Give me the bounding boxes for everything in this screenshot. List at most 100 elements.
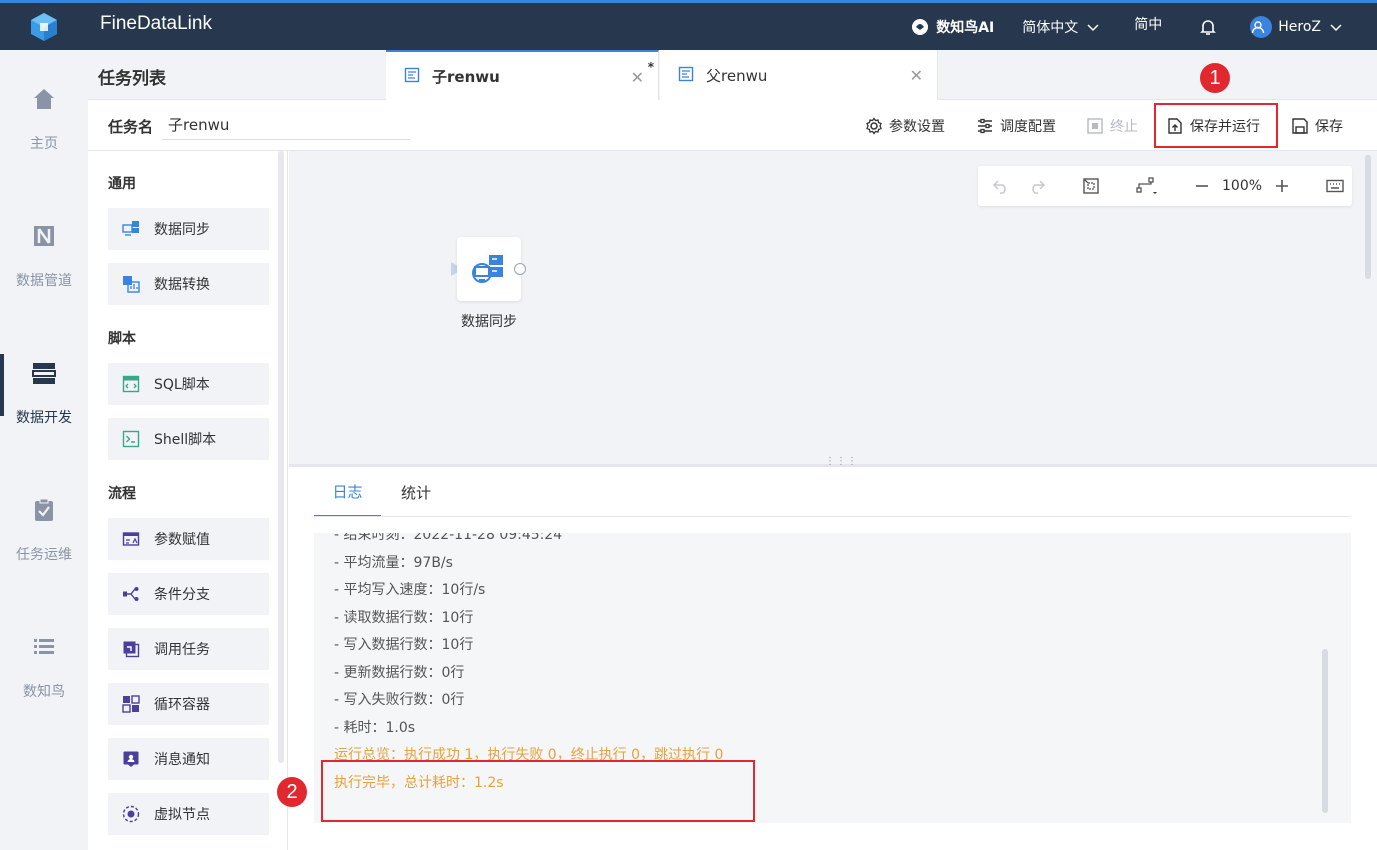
language-select[interactable]: 简体中文 [1022, 17, 1106, 37]
palette-item-message-notify[interactable]: 消息通知 [108, 738, 269, 780]
stop-button[interactable]: 终止 [1086, 100, 1138, 151]
call-task-icon [122, 640, 140, 658]
tab-stats[interactable]: 统计 [386, 467, 446, 517]
task-name-input[interactable] [162, 110, 410, 140]
tab-parent-task[interactable]: 父renwu ✕ [660, 50, 938, 101]
undo-icon[interactable] [992, 177, 1010, 195]
palette-item-data-transform[interactable]: 数据转换 [108, 263, 269, 305]
terminal-icon [122, 430, 140, 448]
ai-assistant-button[interactable]: 数知鸟AI [910, 17, 994, 37]
palette-item-shell-script[interactable]: Shell脚本 [108, 418, 269, 460]
task-file-icon [678, 66, 694, 86]
palette-item-call-task[interactable]: 调用任务 [108, 628, 269, 670]
zoom-in-icon[interactable] [1274, 178, 1290, 194]
step-badge-1: 1 [1200, 63, 1230, 93]
close-icon[interactable]: ✕ [910, 66, 923, 85]
gear-icon [866, 116, 882, 135]
node-output-port[interactable] [514, 263, 526, 275]
palette-item-label: Shell脚本 [154, 432, 217, 448]
highlight-box-log-summary [321, 760, 755, 822]
logo-icon[interactable] [0, 3, 88, 50]
rail-item-home[interactable]: 主页 [0, 50, 88, 187]
log-line: - 更新数据行数：0行 [334, 665, 465, 681]
fit-screen-icon[interactable] [1082, 177, 1100, 195]
branch-icon [122, 585, 140, 603]
ai-label: 数知鸟AI [936, 19, 995, 36]
data-sync-icon [122, 220, 140, 238]
log-scrollbar[interactable] [1322, 649, 1328, 813]
schedule-button[interactable]: 调度配置 [976, 100, 1056, 151]
log-line: - 结束时刻：2022-11-28 09:45:24 [334, 533, 563, 543]
list-icon [30, 633, 58, 661]
canvas-node-data-sync[interactable] [457, 237, 521, 301]
redo-icon[interactable] [1028, 177, 1046, 195]
keyboard-icon[interactable] [1326, 179, 1344, 193]
stop-icon [1087, 117, 1103, 134]
canvas-scrollbar[interactable] [1365, 155, 1371, 279]
rail-label: 数据开发 [16, 409, 72, 426]
bird-icon [912, 18, 929, 35]
sliders-icon [978, 118, 992, 133]
palette-item-loop-container[interactable]: 循环容器 [108, 683, 269, 725]
params-button[interactable]: 参数设置 [865, 100, 945, 151]
dev-icon [30, 359, 58, 387]
step-badge-2: 2 [277, 777, 307, 807]
save-label: 保存 [1315, 118, 1343, 135]
tab-header: 任务列表 子renwu ✕ * 父renwu ✕ [88, 50, 1377, 101]
rail-label: 数知鸟 [23, 683, 65, 700]
rail-item-pipeline[interactable]: 数据管道 [0, 187, 88, 324]
rail-item-ops[interactable]: 任务运维 [0, 461, 88, 598]
palette-item-label: 调用任务 [154, 642, 210, 658]
rail-label: 主页 [30, 135, 58, 152]
top-bar: FineDataLink 数知鸟AI 简体中文 简中 HeroZ [0, 0, 1377, 50]
log-line: - 读取数据行数：10行 [334, 610, 474, 626]
layout-icon[interactable] [1136, 176, 1158, 196]
user-menu[interactable]: HeroZ [1250, 15, 1349, 38]
log-line: - 耗时：1.0s [334, 720, 416, 736]
component-palette: 通用 数据同步 数据转换 脚本 SQL脚本 Shell脚本 流程 参数赋值 条件… [88, 151, 288, 850]
sql-script-icon [122, 375, 140, 393]
rail-item-bird[interactable]: 数知鸟 [0, 598, 88, 735]
zoom-out-icon[interactable] [1194, 178, 1210, 194]
log-line: - 写入失败行数：0行 [334, 692, 465, 708]
tab-log[interactable]: 日志 [314, 467, 381, 517]
left-rail: 主页 数据管道 数据开发 任务运维 数知鸟 [0, 50, 88, 850]
highlight-box-save-run [1154, 103, 1278, 148]
drag-handle-icon[interactable]: ⋮⋮⋮ [825, 457, 858, 467]
rail-label: 任务运维 [16, 546, 72, 563]
rail-label: 数据管道 [16, 272, 72, 289]
bell-icon [1200, 19, 1217, 35]
lang-short-button[interactable]: 简中 [1134, 14, 1162, 34]
language-label: 简体中文 [1022, 19, 1079, 36]
palette-item-condition-branch[interactable]: 条件分支 [108, 573, 269, 615]
palette-item-label: 虚拟节点 [154, 807, 210, 823]
palette-item-label: 消息通知 [154, 752, 210, 768]
palette-group-title: 通用 [108, 176, 136, 192]
task-list-title: 任务列表 [98, 69, 166, 89]
palette-item-data-sync[interactable]: 数据同步 [108, 208, 269, 250]
palette-item-label: 参数赋值 [154, 532, 210, 548]
log-tab-label: 日志 [332, 482, 363, 501]
notification-button[interactable] [1198, 17, 1224, 37]
clipboard-icon [30, 496, 58, 524]
log-line: - 写入数据行数：10行 [334, 637, 474, 653]
zoom-level: 100% [1222, 178, 1263, 194]
palette-item-label: SQL脚本 [154, 377, 210, 393]
workflow-canvas[interactable]: 100% 数据同步 [289, 151, 1377, 464]
stop-label: 终止 [1110, 118, 1138, 135]
rail-item-dev[interactable]: 数据开发 [0, 324, 88, 461]
log-line: - 平均写入速度：10行/s [334, 582, 486, 598]
palette-item-virtual-node[interactable]: 虚拟节点 [108, 793, 269, 835]
palette-item-label: 循环容器 [154, 697, 210, 713]
palette-group-title: 脚本 [108, 331, 136, 347]
palette-item-param-assign[interactable]: 参数赋值 [108, 518, 269, 560]
palette-item-sql-script[interactable]: SQL脚本 [108, 363, 269, 405]
chevron-down-icon [1330, 23, 1342, 31]
close-icon[interactable]: ✕ [631, 68, 644, 87]
save-button[interactable]: 保存 [1291, 100, 1343, 151]
palette-scrollbar[interactable] [278, 151, 284, 763]
palette-group-title: 流程 [108, 486, 136, 502]
schedule-label: 调度配置 [1000, 118, 1056, 135]
home-icon [30, 85, 58, 113]
tab-child-task[interactable]: 子renwu ✕ * [386, 50, 659, 101]
